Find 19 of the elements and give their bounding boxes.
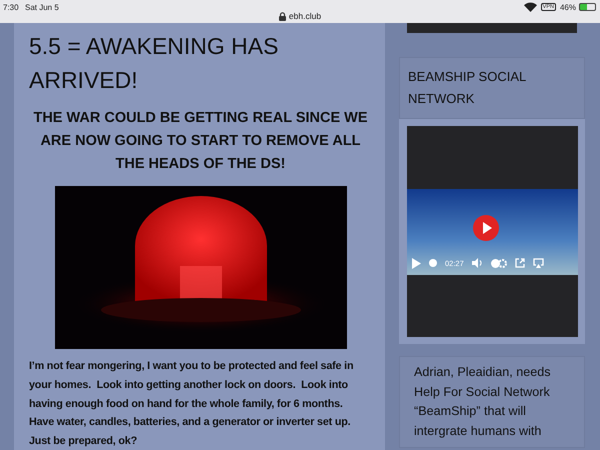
- article-subtitle: THE WAR COULD BE GETTING REAL SINCE WE ARE NOW GOING TO START TO REMOVE ALL THE HEADS OF THE DS!: [32, 109, 369, 174]
- scrubber-handle-icon[interactable]: [429, 259, 437, 267]
- article-title: 5.5 = AWAKENING HAS ARRIVED!: [29, 32, 280, 95]
- volume-icon[interactable]: [472, 258, 483, 268]
- widget-title: BEAMSHIP SOCIAL NETWORK: [408, 68, 527, 108]
- widget-text: Adrian, Pleaidian, needs Help For Social Network “BeamShip” that will intergrate humans with: [414, 364, 552, 440]
- external-link-icon[interactable]: [514, 258, 525, 268]
- date-text: Sat Jun 5: [25, 3, 59, 12]
- settings-icon[interactable]: [490, 258, 507, 268]
- battery-percent: 46%: [560, 2, 576, 12]
- wifi-icon: [524, 2, 537, 12]
- url-text[interactable]: ebh.club: [288, 11, 322, 21]
- clock-text: 7:30: [3, 3, 19, 12]
- play-icon[interactable]: [412, 258, 421, 268]
- battery-icon: [580, 4, 595, 10]
- play-button-icon[interactable]: [473, 214, 499, 240]
- article-paragraph: I’m not fear mongering, I want you to be protected and feel safe in your homes. Look into getting another lock on doors. Look into having enough food on hand for the whole family, for 6 months. Have water, candles, batteries, and a generator or inverter set up. Just be prepared, ok?: [29, 359, 354, 450]
- airplay-icon[interactable]: [532, 258, 544, 268]
- lock-icon: [278, 12, 286, 20]
